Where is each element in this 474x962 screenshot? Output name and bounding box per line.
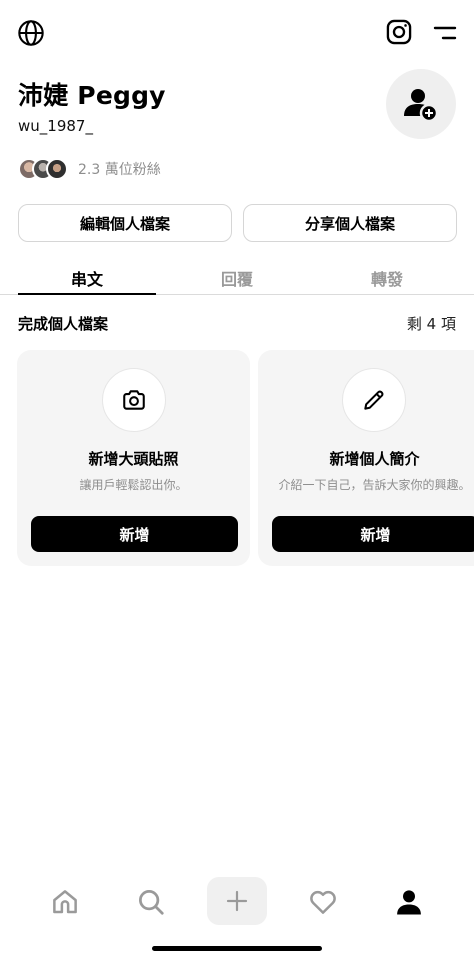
followers-row[interactable]: 2.3 萬位粉絲: [18, 157, 161, 181]
share-profile-button[interactable]: 分享個人檔案: [243, 204, 457, 242]
profile-avatar[interactable]: [386, 69, 456, 139]
heart-icon[interactable]: [301, 880, 345, 924]
tab-replies[interactable]: 回覆: [168, 262, 306, 294]
add-photo-button[interactable]: 新增: [31, 516, 238, 552]
complete-profile-title: 完成個人檔案: [18, 315, 109, 333]
add-bio-card: 新增個人簡介 介紹一下自己，告訴大家你的興趣。 新增: [258, 350, 474, 566]
tab-threads[interactable]: 串文: [18, 262, 156, 294]
card-icon-circle: [342, 368, 406, 432]
menu-icon[interactable]: [430, 20, 460, 46]
card-icon-circle: [102, 368, 166, 432]
globe-icon[interactable]: [16, 18, 46, 48]
edit-profile-button[interactable]: 編輯個人檔案: [18, 204, 232, 242]
home-icon[interactable]: [43, 880, 87, 924]
plus-icon[interactable]: [207, 877, 267, 925]
camera-icon: [123, 390, 145, 410]
followers-count: 2.3 萬位粉絲: [78, 162, 161, 178]
tab-active-indicator: [18, 293, 156, 295]
add-person-icon: [404, 89, 439, 123]
profile-username[interactable]: wu_1987_: [18, 117, 93, 135]
profile-icon[interactable]: [387, 880, 431, 924]
profile-display-name: 沛婕 Peggy: [18, 81, 166, 110]
card-title: 新增個人簡介: [329, 450, 420, 468]
remaining-count: 剩 4 項: [406, 315, 456, 333]
card-title: 新增大頭貼照: [88, 450, 179, 468]
card-description: 介紹一下自己，告訴大家你的興趣。: [278, 478, 471, 492]
add-bio-button[interactable]: 新增: [272, 516, 474, 552]
card-description: 讓用戶輕鬆認出你。: [79, 478, 188, 492]
instagram-icon[interactable]: [385, 18, 413, 46]
pencil-icon: [364, 390, 384, 410]
add-photo-card: 新增大頭貼照 讓用戶輕鬆認出你。 新增: [17, 350, 250, 566]
home-indicator: [152, 946, 322, 951]
search-icon[interactable]: [129, 880, 173, 924]
tab-reposts[interactable]: 轉發: [318, 262, 456, 294]
follower-avatar: [46, 158, 68, 180]
